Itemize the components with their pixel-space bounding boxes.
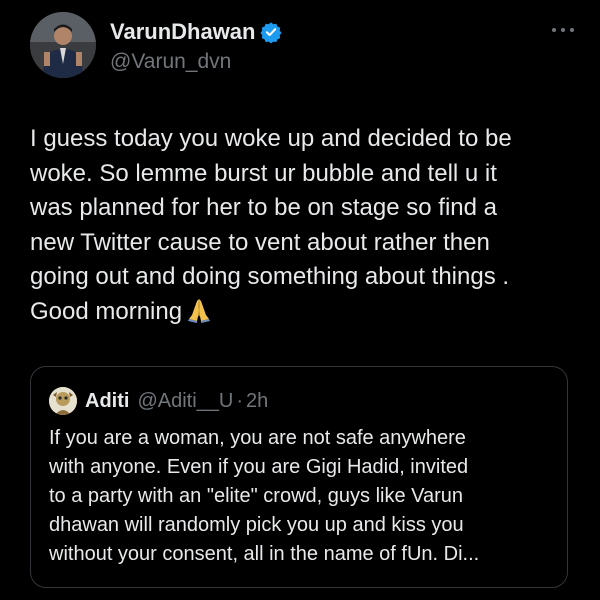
folded-hands-icon	[186, 295, 212, 334]
author-handle[interactable]: @Varun_dvn	[110, 50, 231, 74]
more-dot-icon	[552, 28, 556, 32]
tweet-text-line: new Twitter cause to vent about rather t…	[30, 228, 490, 256]
more-dot-icon	[570, 28, 574, 32]
quoted-tweet-text: If you are a woman, you are not safe any…	[49, 424, 554, 569]
quoted-author-avatar[interactable]	[49, 387, 77, 415]
more-dot-icon	[561, 28, 565, 32]
tweet-card: VarunDhawan @Varun_dvn I guess today you…	[0, 0, 600, 600]
quoted-text-line: to a party with an "elite" crowd, guys l…	[49, 485, 464, 507]
verified-badge-icon	[260, 21, 283, 44]
quoted-text-line: with anyone. Even if you are Gigi Hadid,…	[49, 456, 469, 478]
tweet-text: I guess today you woke up and decided to…	[30, 122, 578, 333]
quoted-tweet-header: Aditi @Aditi__U · 2h	[49, 387, 268, 415]
quoted-text-line: without your consent, all in the name of…	[49, 543, 480, 565]
tweet-text-closing: Good morning	[30, 297, 183, 325]
tweet-text-line-last: Good morning	[30, 295, 578, 334]
author-avatar[interactable]	[30, 12, 96, 78]
author-name-text[interactable]: VarunDhawan	[110, 19, 255, 45]
quoted-author-handle[interactable]: @Aditi__U	[137, 390, 233, 413]
quoted-tweet[interactable]: Aditi @Aditi__U · 2h If you are a woman,…	[30, 366, 568, 588]
tweet-text-line: I guess today you woke up and decided to…	[30, 125, 512, 152]
more-options-button[interactable]	[548, 18, 578, 42]
quoted-author-name[interactable]: Aditi	[85, 390, 129, 413]
tweet-text-line: was planned for her to be on stage so fi…	[30, 194, 497, 221]
quoted-timestamp[interactable]: 2h	[246, 390, 268, 413]
author-name[interactable]: VarunDhawan	[110, 19, 283, 45]
quoted-separator: ·	[236, 389, 244, 412]
quoted-text-line: dhawan will randomly pick you up and kis…	[49, 514, 464, 536]
quoted-text-line: If you are a woman, you are not safe any…	[49, 427, 466, 449]
tweet-text-line: going out and doing something about thin…	[30, 263, 510, 290]
tweet-text-line: woke. So lemme burst ur bubble and tell …	[30, 159, 497, 187]
